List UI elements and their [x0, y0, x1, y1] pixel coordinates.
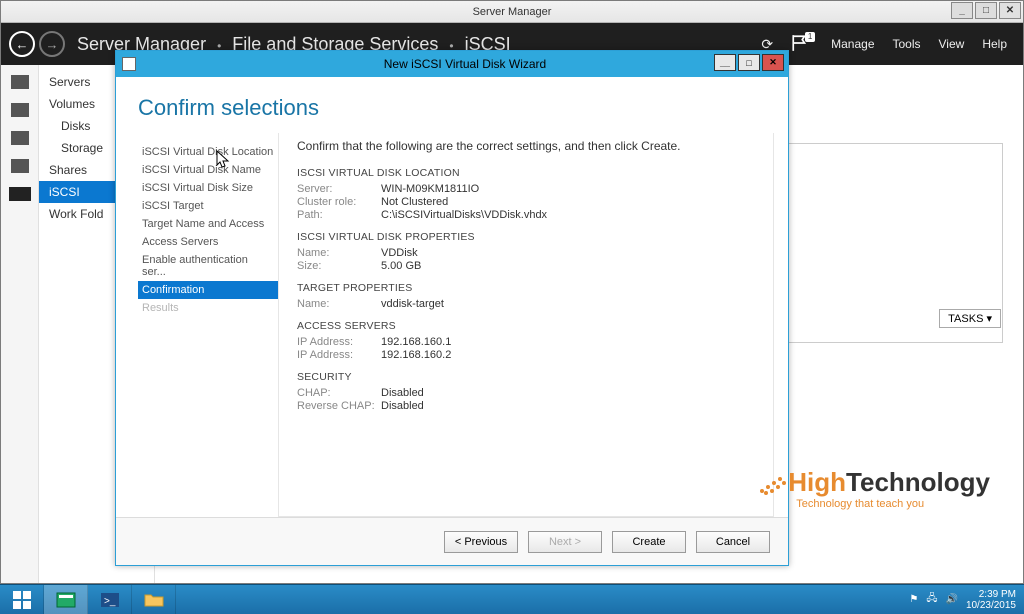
- tray-network-icon[interactable]: 🖧: [926, 591, 937, 608]
- close-button[interactable]: ✕: [999, 2, 1021, 19]
- wizard-maximize-button[interactable]: □: [738, 54, 760, 71]
- kv-rchap: Reverse CHAP:Disabled: [297, 400, 763, 412]
- tasks-dropdown[interactable]: TASKS: [939, 309, 1001, 328]
- minimize-button[interactable]: _: [951, 2, 973, 19]
- wizard-steps: iSCSI Virtual Disk Location iSCSI Virtua…: [138, 133, 278, 517]
- section-security-title: SECURITY: [297, 371, 763, 383]
- section-access-title: ACCESS SERVERS: [297, 320, 763, 332]
- iconbar-item[interactable]: [11, 159, 29, 173]
- start-button[interactable]: [0, 585, 44, 614]
- sm-title: Server Manager: [473, 6, 552, 18]
- kv-size: Size:5.00 GB: [297, 260, 763, 272]
- step-target-name[interactable]: Target Name and Access: [138, 215, 278, 233]
- step-location[interactable]: iSCSI Virtual Disk Location: [138, 143, 278, 161]
- taskbar: >_ ⚑ 🖧 🔊 2:39 PM 10/23/2015: [0, 584, 1024, 614]
- powershell-icon: >_: [100, 592, 120, 608]
- step-results: Results: [138, 299, 278, 317]
- kv-chap: CHAP:Disabled: [297, 387, 763, 399]
- next-button: Next >: [528, 531, 602, 553]
- taskbar-clock[interactable]: 2:39 PM 10/23/2015: [966, 589, 1016, 611]
- menu-tools[interactable]: Tools: [893, 37, 921, 51]
- tray-flag-icon[interactable]: ⚑: [909, 594, 918, 605]
- step-size[interactable]: iSCSI Virtual Disk Size: [138, 179, 278, 197]
- kv-path: Path:C:\iSCSIVirtualDisks\VDDisk.vhdx: [297, 209, 763, 221]
- step-auth[interactable]: Enable authentication ser...: [138, 251, 278, 281]
- menu-view[interactable]: View: [939, 37, 965, 51]
- clock-time: 2:39 PM: [966, 589, 1016, 600]
- wizard-window-buttons: __ □ ✕: [714, 54, 784, 71]
- iconbar-item-active[interactable]: [9, 187, 31, 201]
- kv-cluster: Cluster role:Not Clustered: [297, 196, 763, 208]
- step-name[interactable]: iSCSI Virtual Disk Name: [138, 161, 278, 179]
- previous-button[interactable]: < Previous: [444, 531, 518, 553]
- taskbar-explorer[interactable]: [132, 585, 176, 614]
- tasks-dropdown-wrap: TASKS: [939, 309, 1001, 328]
- maximize-button[interactable]: □: [975, 2, 997, 19]
- wizard-heading: Confirm selections: [116, 77, 788, 129]
- step-target[interactable]: iSCSI Target: [138, 197, 278, 215]
- clock-date: 10/23/2015: [966, 600, 1016, 611]
- menu-manage[interactable]: Manage: [831, 37, 874, 51]
- wizard-title-icon: [122, 57, 136, 71]
- iconbar-item[interactable]: [11, 75, 29, 89]
- wizard-main-panel: Confirm that the following are the corre…: [278, 133, 774, 517]
- wizard-close-button[interactable]: ✕: [762, 54, 784, 71]
- iconbar-item[interactable]: [11, 103, 29, 117]
- section-props-title: ISCSI VIRTUAL DISK PROPERTIES: [297, 231, 763, 243]
- taskbar-powershell[interactable]: >_: [88, 585, 132, 614]
- flag-badge: 1: [805, 32, 815, 42]
- section-target-title: TARGET PROPERTIES: [297, 282, 763, 294]
- notifications-flag[interactable]: 1: [791, 34, 809, 55]
- taskbar-spacer: [176, 585, 901, 614]
- step-confirmation[interactable]: Confirmation: [138, 281, 278, 299]
- iscsi-wizard-dialog: New iSCSI Virtual Disk Wizard __ □ ✕ Con…: [115, 50, 789, 566]
- step-access[interactable]: Access Servers: [138, 233, 278, 251]
- sm-menu-bar: ⟳ 1 Manage Tools View Help: [761, 34, 1007, 55]
- create-button[interactable]: Create: [612, 531, 686, 553]
- system-tray[interactable]: ⚑ 🖧 🔊 2:39 PM 10/23/2015: [901, 585, 1024, 614]
- kv-ip1: IP Address:192.168.160.1: [297, 336, 763, 348]
- back-button[interactable]: ←: [9, 31, 35, 57]
- kv-target-name: Name:vddisk-target: [297, 298, 763, 310]
- forward-button[interactable]: →: [39, 31, 65, 57]
- windows-icon: [13, 591, 31, 609]
- wizard-body: Confirm selections iSCSI Virtual Disk Lo…: [116, 77, 788, 517]
- kv-name: Name:VDDisk: [297, 247, 763, 259]
- svg-text:>_: >_: [104, 596, 116, 607]
- iconbar-item[interactable]: [11, 131, 29, 145]
- wizard-instruction: Confirm that the following are the corre…: [297, 139, 763, 153]
- wizard-footer: < Previous Next > Create Cancel: [116, 517, 788, 565]
- folder-icon: [144, 592, 164, 608]
- wizard-columns: iSCSI Virtual Disk Location iSCSI Virtua…: [116, 129, 788, 517]
- taskbar-server-manager[interactable]: [44, 585, 88, 614]
- sm-window-buttons: _ □ ✕: [949, 2, 1021, 19]
- nav-back-forward: ← →: [9, 31, 65, 57]
- section-location-title: ISCSI VIRTUAL DISK LOCATION: [297, 167, 763, 179]
- wizard-minimize-button[interactable]: __: [714, 54, 736, 71]
- sm-iconbar: [1, 65, 39, 583]
- sm-titlebar: Server Manager _ □ ✕: [1, 1, 1023, 23]
- wizard-titlebar[interactable]: New iSCSI Virtual Disk Wizard __ □ ✕: [116, 51, 788, 77]
- wizard-title: New iSCSI Virtual Disk Wizard: [142, 57, 788, 71]
- tray-volume-icon[interactable]: 🔊: [945, 594, 957, 605]
- server-manager-icon: [56, 592, 76, 608]
- cancel-button[interactable]: Cancel: [696, 531, 770, 553]
- kv-ip2: IP Address:192.168.160.2: [297, 349, 763, 361]
- kv-server: Server:WIN-M09KM1811IO: [297, 183, 763, 195]
- menu-help[interactable]: Help: [982, 37, 1007, 51]
